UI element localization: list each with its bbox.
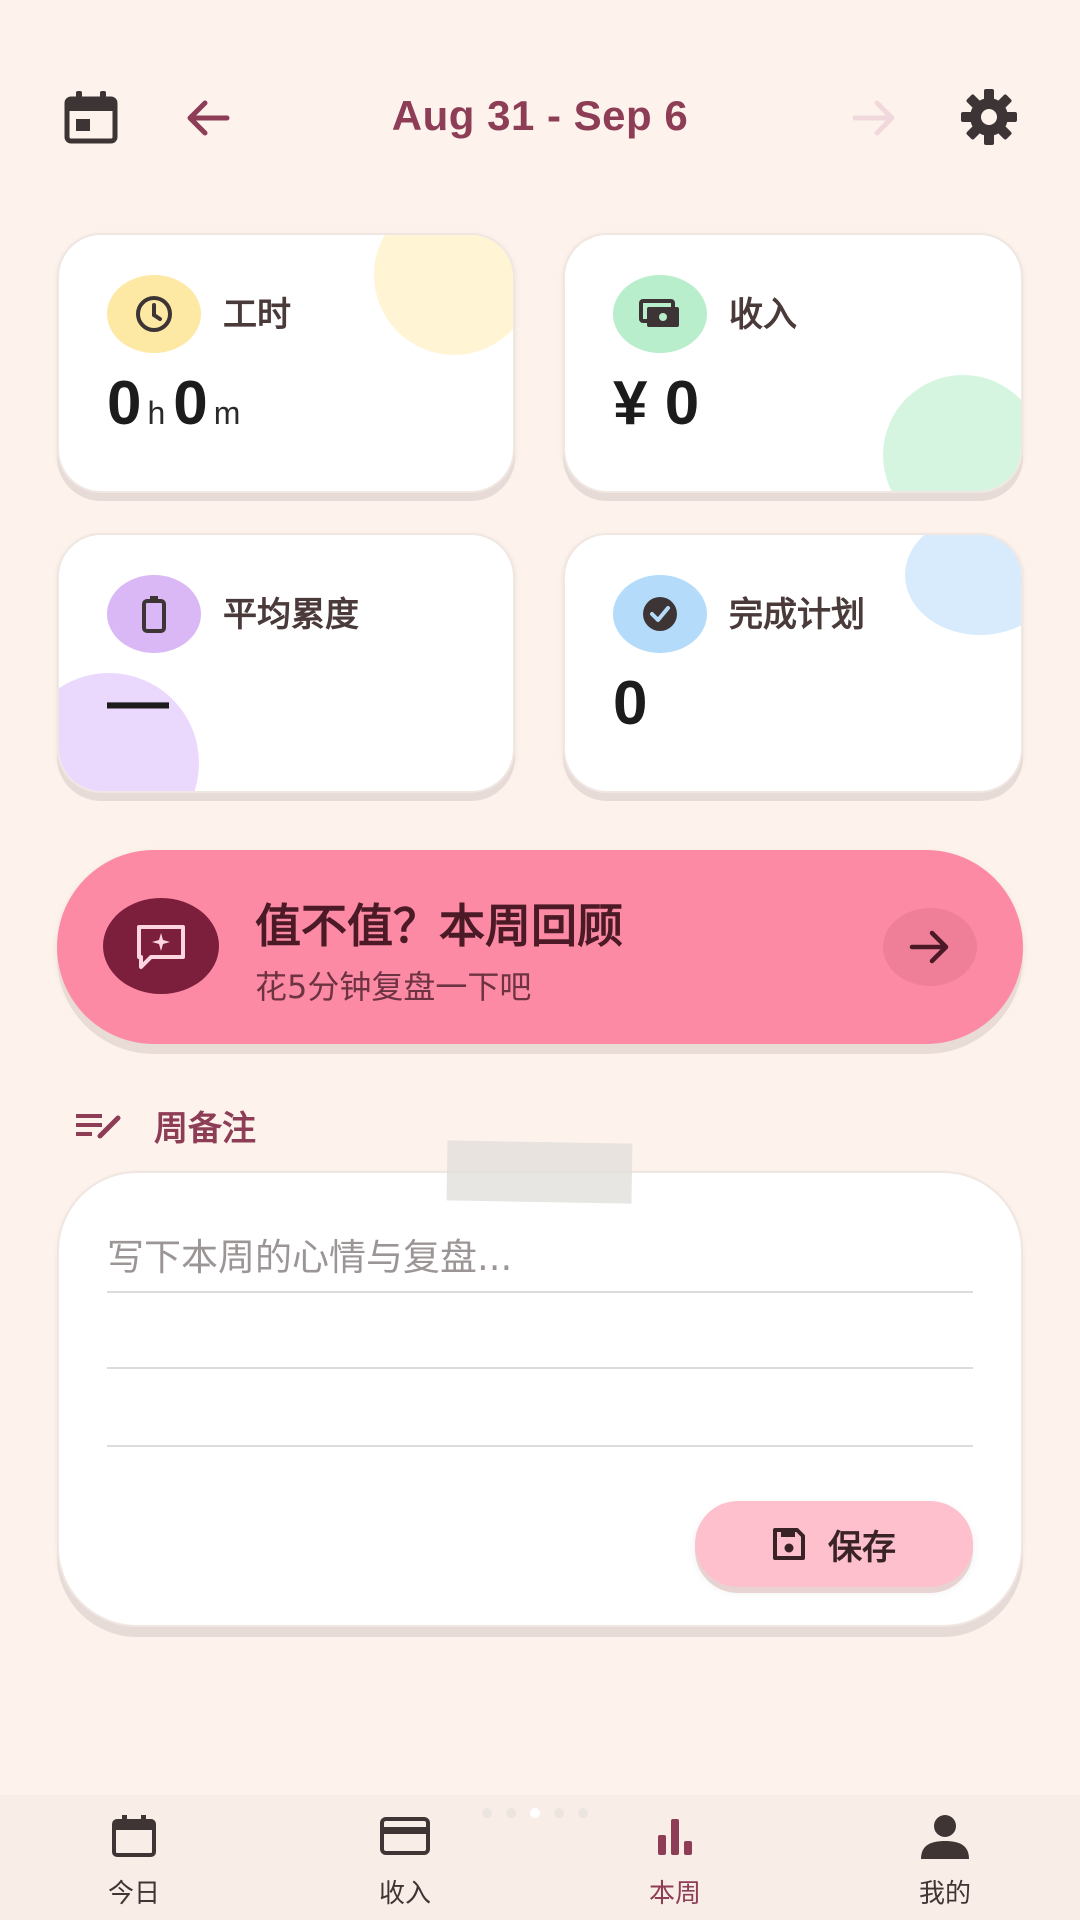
plans-label: 完成计划	[729, 595, 865, 635]
plans-card[interactable]: 完成计划 0	[563, 533, 1023, 793]
previous-week-button[interactable]	[176, 90, 238, 146]
notes-input[interactable]	[107, 1227, 973, 1287]
page-dot	[506, 1808, 516, 1818]
decor-blob	[883, 375, 1021, 491]
gear-icon	[961, 89, 1017, 145]
notes-card: 保存	[57, 1171, 1023, 1627]
nav-today[interactable]: 今日	[54, 1813, 214, 1913]
notes-title: 周备注	[154, 1108, 256, 1149]
calendar-icon	[64, 91, 118, 144]
save-icon	[773, 1528, 805, 1560]
nav-week-label: 本周	[648, 1879, 701, 1909]
page-dot	[578, 1808, 588, 1818]
review-open-button[interactable]	[883, 908, 977, 986]
fatigue-value: —	[107, 667, 169, 736]
battery-icon	[142, 596, 166, 633]
minutes-unit: m	[213, 395, 241, 431]
notes-header: 周备注	[74, 1100, 256, 1150]
income-value: ¥ 0	[613, 369, 700, 438]
clock-icon	[136, 296, 172, 332]
fatigue-label: 平均累度	[223, 595, 359, 635]
hours-value: 0h0m	[107, 373, 248, 435]
income-label: 收入	[729, 295, 797, 335]
save-label: 保存	[828, 1527, 896, 1568]
hours-card[interactable]: 工时 0h0m	[57, 233, 515, 493]
check-icon-badge	[613, 575, 707, 653]
arrow-right-icon	[852, 100, 895, 136]
nav-income[interactable]: 收入	[325, 1813, 485, 1913]
calendar-button[interactable]	[58, 86, 124, 148]
nav-income-label: 收入	[378, 1879, 431, 1909]
tape-decoration	[446, 1140, 633, 1204]
minutes-number: 0	[173, 369, 208, 438]
note-line	[107, 1445, 973, 1447]
fatigue-card[interactable]: 平均累度 —	[57, 533, 515, 793]
plans-value: 0	[613, 669, 648, 738]
weekly-review-banner[interactable]: 值不值？本周回顾 花5分钟复盘一下吧	[57, 850, 1023, 1044]
chat-sparkle-icon-badge	[103, 898, 219, 994]
review-title: 值不值？本周回顾	[255, 899, 623, 953]
money-icon-badge	[613, 275, 707, 353]
notes-edit-icon	[76, 1114, 121, 1139]
arrow-left-icon	[187, 100, 230, 136]
settings-button[interactable]	[954, 84, 1024, 150]
clock-icon-badge	[107, 275, 201, 353]
nav-today-label: 今日	[107, 1879, 160, 1909]
date-range-title: Aug 31 - Sep 6	[391, 92, 689, 139]
hours-label: 工时	[223, 295, 291, 335]
page-dot	[482, 1808, 492, 1818]
card-icon	[380, 1817, 430, 1855]
review-subtitle: 花5分钟复盘一下吧	[255, 968, 532, 1006]
calendar-icon	[112, 1815, 156, 1857]
hours-unit: h	[147, 395, 166, 431]
person-icon	[921, 1815, 969, 1859]
decor-blob	[905, 535, 1021, 635]
check-circle-icon	[643, 597, 677, 631]
chat-sparkle-icon	[137, 925, 185, 969]
nav-week[interactable]: 本周	[595, 1813, 755, 1913]
hours-number: 0	[107, 369, 142, 438]
battery-icon-badge	[107, 575, 201, 653]
note-line	[107, 1367, 973, 1369]
next-week-button[interactable]	[844, 90, 906, 146]
money-icon	[639, 299, 679, 327]
income-card[interactable]: 收入 ¥ 0	[563, 233, 1023, 493]
save-button[interactable]: 保存	[695, 1501, 973, 1587]
arrow-right-icon	[909, 930, 949, 964]
decor-blob	[374, 235, 513, 355]
nav-profile[interactable]: 我的	[865, 1813, 1025, 1913]
note-line	[107, 1291, 973, 1293]
page-dot	[554, 1808, 564, 1818]
nav-profile-label: 我的	[918, 1879, 971, 1909]
bar-chart-icon	[658, 1819, 692, 1855]
page-dot-active	[530, 1808, 540, 1818]
page-indicator	[482, 1808, 588, 1818]
